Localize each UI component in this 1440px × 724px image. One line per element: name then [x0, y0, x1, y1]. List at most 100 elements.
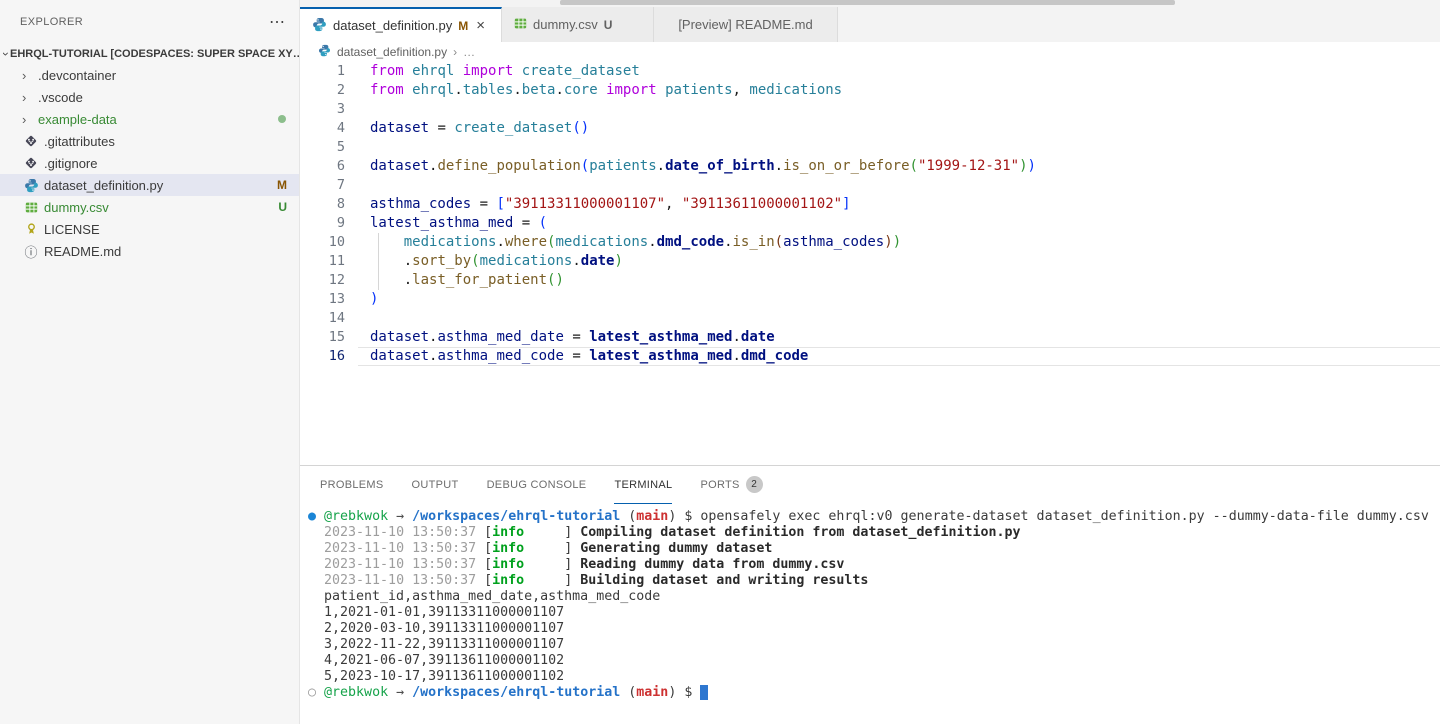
tab-label: dataset_definition.py — [333, 18, 452, 33]
file-item-README.md[interactable]: ⓘ README.md — [0, 240, 299, 262]
explorer-file-list: ›.devcontainer›.vscode›example-data .gita… — [0, 64, 299, 262]
tabbar-scrollbar[interactable] — [560, 0, 1175, 5]
tab-dataset-definition.py[interactable]: dataset_definition.py M × — [300, 7, 502, 42]
indent-guide — [378, 271, 379, 290]
file-item-label: .gitattributes — [44, 134, 299, 149]
panel-tab-debug-console[interactable]: DEBUG CONSOLE — [487, 466, 587, 504]
line-number: 9 — [300, 214, 358, 233]
file-item-LICENSE[interactable]: LICENSE — [0, 218, 299, 240]
panel-tab-label: OUTPUT — [412, 479, 459, 491]
line-number: 8 — [300, 195, 358, 214]
license-ribbon-icon — [25, 222, 38, 236]
panel-tab-label: TERMINAL — [614, 479, 672, 491]
python-icon — [312, 17, 327, 32]
code-line-13[interactable]: 13) — [300, 290, 1440, 309]
line-number: 4 — [300, 119, 358, 138]
file-item-.vscode[interactable]: ›.vscode — [0, 86, 299, 108]
editor-tab-bar: dataset_definition.py M × dummy.csv U [Previe… — [300, 0, 1440, 42]
terminal-line: 2023-11-10 13:50:37 [info ] Building dat… — [308, 573, 1440, 589]
indent-guide — [378, 252, 379, 271]
code-line-12[interactable]: 12 .last_for_patient() — [300, 271, 1440, 290]
code-line-16[interactable]: 16dataset.asthma_med_code = latest_asthm… — [300, 347, 1440, 366]
explorer-header: EXPLORER ⋯ — [0, 0, 299, 44]
tab-label: dummy.csv — [533, 17, 598, 32]
file-item-label: dummy.csv — [44, 200, 299, 215]
code-line-14[interactable]: 14 — [300, 309, 1440, 328]
explorer-title: EXPLORER — [20, 16, 269, 28]
explorer-more-actions-icon[interactable]: ⋯ — [269, 12, 285, 32]
code-line-3[interactable]: 3 — [300, 100, 1440, 119]
breadcrumb-file[interactable]: dataset_definition.py — [337, 45, 447, 59]
breadcrumb: dataset_definition.py › … — [300, 42, 1440, 62]
panel-tab-label: DEBUG CONSOLE — [487, 479, 587, 491]
line-number: 12 — [300, 271, 358, 290]
code-line-1[interactable]: 1from ehrql import create_dataset — [300, 62, 1440, 81]
code-line-10[interactable]: 10 medications.where(medications.dmd_cod… — [300, 233, 1440, 252]
git-icon — [24, 134, 38, 148]
file-item-example-data[interactable]: ›example-data — [0, 108, 299, 130]
python-icon — [318, 44, 331, 57]
terminal-line: 2023-11-10 13:50:37 [info ] Compiling da… — [308, 525, 1440, 541]
code-line-15[interactable]: 15dataset.asthma_med_date = latest_asthm… — [300, 328, 1440, 347]
code-line-5[interactable]: 5 — [300, 138, 1440, 157]
tab--Preview--README.md[interactable]: [Preview] README.md — [654, 7, 838, 42]
terminal-line: 3,2022-11-22,39113311000001107 — [308, 637, 1440, 653]
panel-tab-label: PORTS — [700, 479, 739, 491]
file-item-.gitattributes[interactable]: .gitattributes — [0, 130, 299, 152]
code-line-6[interactable]: 6dataset.define_population(patients.date… — [300, 157, 1440, 176]
terminal-line: ● @rebkwok → /workspaces/ehrql-tutorial … — [308, 509, 1440, 525]
vscode-window: EXPLORER ⋯ › EHRQL-TUTORIAL [CODESPACES:… — [0, 0, 1440, 724]
line-number: 6 — [300, 157, 358, 176]
code-line-8[interactable]: 8asthma_codes = ["39113311000001107", "3… — [300, 195, 1440, 214]
code-line-9[interactable]: 9latest_asthma_med = ( — [300, 214, 1440, 233]
file-item-label: .vscode — [38, 90, 299, 105]
panel-tab-terminal[interactable]: TERMINAL — [614, 466, 672, 504]
code-line-7[interactable]: 7 — [300, 176, 1440, 195]
file-item-.gitignore[interactable]: .gitignore — [0, 152, 299, 174]
line-number: 3 — [300, 100, 358, 119]
python-icon — [24, 178, 39, 193]
terminal[interactable]: ● @rebkwok → /workspaces/ehrql-tutorial … — [300, 504, 1440, 724]
tab-dummy.csv[interactable]: dummy.csv U — [502, 7, 654, 42]
panel-tab-label: PROBLEMS — [320, 479, 384, 491]
indent-guide — [378, 233, 379, 252]
file-item-label: .devcontainer — [38, 68, 299, 83]
file-item-.devcontainer[interactable]: ›.devcontainer — [0, 64, 299, 86]
code-line-4[interactable]: 4dataset = create_dataset() — [300, 119, 1440, 138]
terminal-line: patient_id,asthma_med_date,asthma_med_co… — [308, 589, 1440, 605]
panel-tab-problems[interactable]: PROBLEMS — [320, 466, 384, 504]
terminal-line: 5,2023-10-17,39113611000001102 — [308, 669, 1440, 685]
tab-label: [Preview] README.md — [678, 17, 812, 32]
git-status-badge: M — [277, 178, 287, 192]
terminal-line: 2023-11-10 13:50:37 [info ] Generating d… — [308, 541, 1440, 557]
code-line-11[interactable]: 11 .sort_by(medications.date) — [300, 252, 1440, 271]
line-number: 10 — [300, 233, 358, 252]
root-folder-label: EHRQL-TUTORIAL [CODESPACES: SUPER SPACE … — [10, 48, 299, 60]
git-status-badge: U — [278, 200, 287, 214]
chevron-down-icon: › — [0, 52, 13, 56]
terminal-line: 4,2021-06-07,39113611000001102 — [308, 653, 1440, 669]
code-editor[interactable]: 1from ehrql import create_dataset2from e… — [300, 62, 1440, 465]
line-number: 11 — [300, 252, 358, 271]
explorer-root-folder[interactable]: › EHRQL-TUTORIAL [CODESPACES: SUPER SPAC… — [0, 44, 299, 64]
terminal-line: 1,2021-01-01,39113311000001107 — [308, 605, 1440, 621]
csv-table-icon — [514, 17, 527, 30]
git-icon — [24, 156, 38, 170]
file-item-label: dataset_definition.py — [44, 178, 299, 193]
file-item-dummy.csv[interactable]: dummy.csvU — [0, 196, 299, 218]
tab-dirty-badge: M — [458, 19, 468, 33]
close-icon[interactable]: × — [476, 17, 485, 34]
breadcrumb-more[interactable]: … — [463, 45, 475, 59]
terminal-line: 2023-11-10 13:50:37 [info ] Reading dumm… — [308, 557, 1440, 573]
info-icon: ⓘ — [24, 242, 37, 261]
line-number: 13 — [300, 290, 358, 309]
file-item-dataset-definition.py[interactable]: dataset_definition.pyM — [0, 174, 299, 196]
explorer-sidebar: EXPLORER ⋯ › EHRQL-TUTORIAL [CODESPACES:… — [0, 0, 300, 724]
csv-table-icon — [25, 201, 38, 214]
code-line-2[interactable]: 2from ehrql.tables.beta.core import pati… — [300, 81, 1440, 100]
git-changes-dot-badge — [278, 115, 286, 123]
panel-tab-output[interactable]: OUTPUT — [412, 466, 459, 504]
file-item-label: README.md — [44, 244, 299, 259]
tab-dirty-badge: U — [604, 18, 613, 32]
panel-tab-ports[interactable]: PORTS2 — [700, 466, 762, 504]
